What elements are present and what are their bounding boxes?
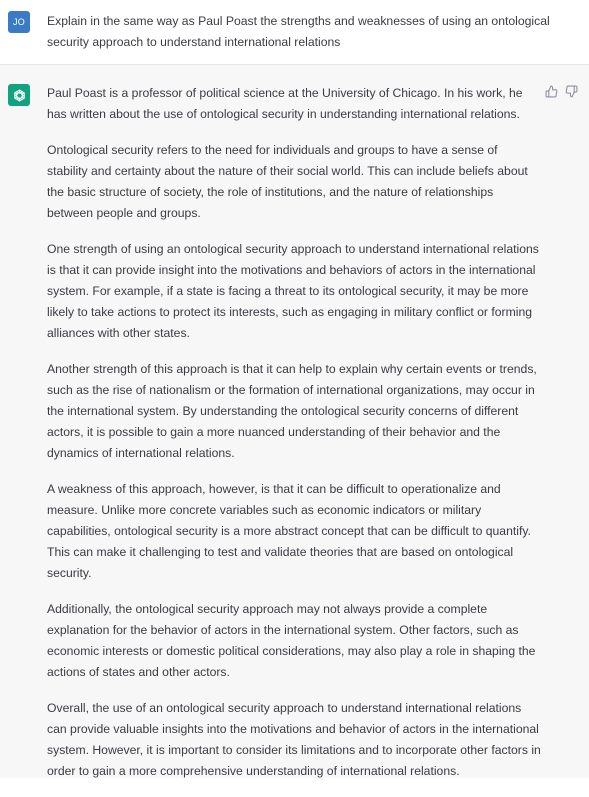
answer-paragraph: Paul Poast is a professor of political s… bbox=[47, 86, 523, 121]
user-avatar: JO bbox=[8, 11, 30, 33]
answer-paragraph: A weakness of this approach, however, is… bbox=[47, 482, 531, 580]
answer-paragraph: One strength of using an ontological sec… bbox=[47, 242, 539, 340]
answer-paragraph: Ontological security refers to the need … bbox=[47, 143, 528, 220]
thumbs-up-icon[interactable] bbox=[545, 85, 558, 98]
openai-logo-icon bbox=[8, 84, 30, 106]
assistant-message-text: Paul Poast is a professor of political s… bbox=[47, 83, 541, 797]
user-message-text: Explain in the same way as Paul Poast th… bbox=[47, 14, 550, 49]
user-message: JO Explain in the same way as Paul Poast… bbox=[0, 0, 589, 65]
thumbs-down-icon[interactable] bbox=[565, 85, 578, 98]
feedback-controls bbox=[545, 85, 578, 98]
assistant-message: Paul Poast is a professor of political s… bbox=[0, 65, 589, 778]
answer-paragraph: Another strength of this approach is tha… bbox=[47, 362, 537, 460]
user-avatar-initials: JO bbox=[12, 17, 26, 27]
answer-paragraph: Overall, the use of an ontological secur… bbox=[47, 701, 541, 778]
answer-paragraph: Additionally, the ontological security a… bbox=[47, 602, 536, 679]
